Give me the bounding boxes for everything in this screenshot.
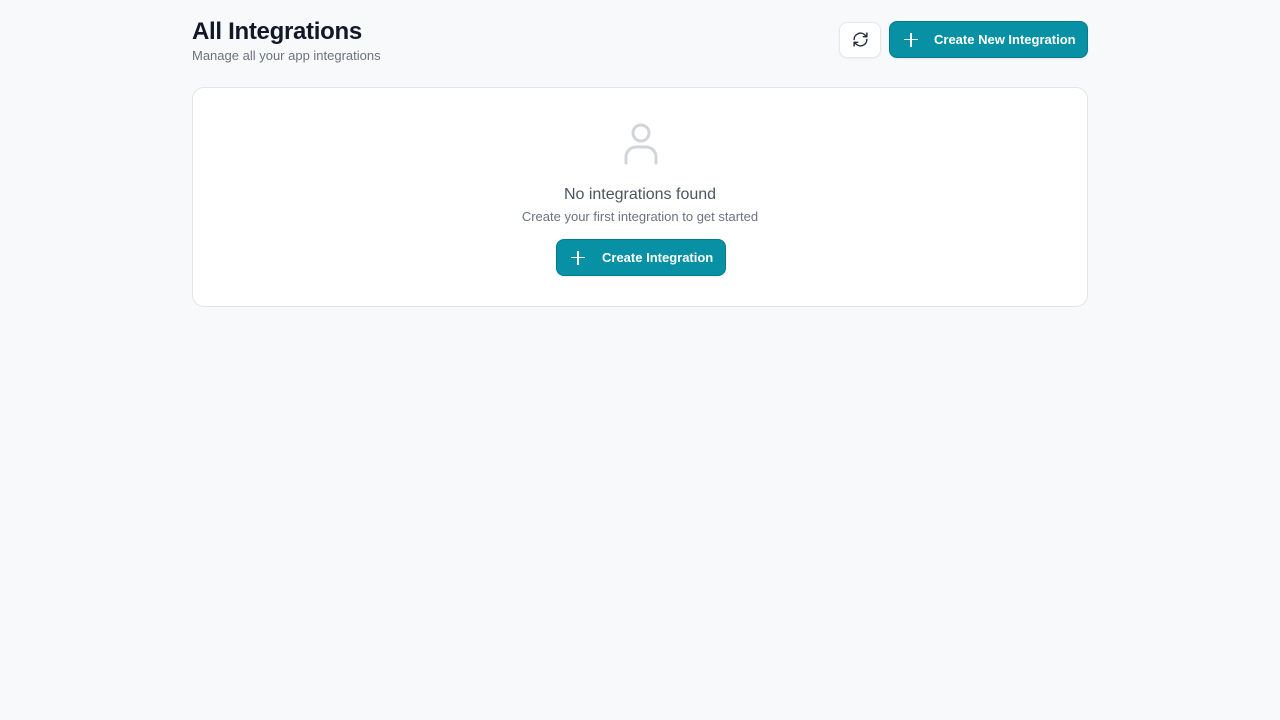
page-title: All Integrations	[192, 18, 362, 45]
user-icon	[624, 123, 658, 165]
page-header: All Integrations Manage all your app int…	[192, 0, 1088, 87]
empty-state-subtitle: Create your first integration to get sta…	[521, 209, 759, 224]
create-integration-button[interactable]: Create Integration	[556, 239, 726, 276]
refresh-icon	[852, 32, 868, 47]
header-actions: Create New Integration	[839, 21, 1088, 58]
integrations-card: No integrations found Create your first …	[192, 87, 1088, 307]
refresh-button[interactable]	[839, 21, 881, 58]
plus-icon	[904, 32, 918, 47]
integrations-page: All Integrations Manage all your app int…	[192, 0, 1088, 307]
create-new-integration-button[interactable]: Create New Integration	[889, 21, 1088, 58]
plus-icon	[571, 250, 585, 265]
create-new-integration-label: Create New Integration	[934, 32, 1076, 47]
create-integration-label: Create Integration	[602, 250, 714, 265]
page-subtitle: Manage all your app integrations	[192, 48, 381, 63]
empty-state-title: No integrations found	[563, 186, 717, 203]
